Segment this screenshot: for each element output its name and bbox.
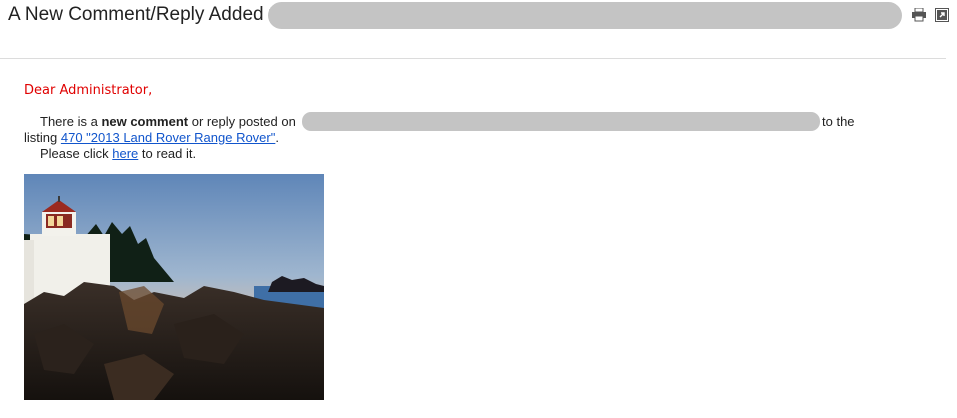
header-divider	[0, 58, 946, 59]
print-icon[interactable]	[911, 8, 927, 22]
email-subject: A New Comment/Reply Added to	[8, 4, 285, 25]
line1-end: to the	[822, 114, 855, 129]
redacted-date-text	[302, 112, 820, 131]
message-line-1: There is a new comment or reply posted o…	[40, 114, 296, 129]
line2-suffix: .	[275, 130, 279, 145]
here-link[interactable]: here	[112, 146, 138, 161]
line1-suffix: or reply posted on	[191, 114, 296, 129]
line1-prefix: There is a	[40, 114, 98, 129]
greeting-text: Dear Administrator,	[24, 83, 153, 98]
line3-prefix: Please click	[40, 146, 109, 161]
message-line-2: listing 470 "2013 Land Rover Range Rover…	[24, 130, 279, 145]
redacted-subject-text	[268, 2, 902, 29]
listing-link[interactable]: 470 "2013 Land Rover Range Rover"	[61, 130, 275, 145]
new-window-icon[interactable]	[935, 8, 949, 22]
lighthouse-photo	[24, 174, 324, 400]
new-comment-bold: new comment	[101, 114, 189, 129]
line3-suffix: to read it.	[141, 146, 197, 161]
line2-prefix: listing	[24, 130, 58, 145]
message-line-3: Please click here to read it.	[40, 146, 196, 161]
email-header: A New Comment/Reply Added to	[0, 0, 957, 58]
